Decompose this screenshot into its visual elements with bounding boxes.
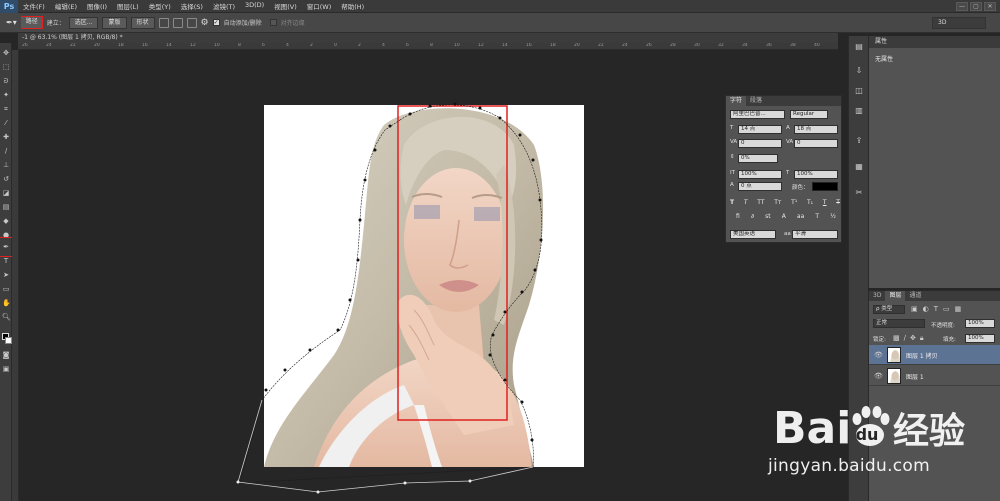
- baidu-watermark-logo: Bai du 经验: [773, 403, 965, 454]
- superscript-button[interactable]: T¹: [791, 199, 797, 206]
- properties-panel: 属性 无属性: [868, 36, 1000, 288]
- old-style-button[interactable]: ∂: [751, 213, 754, 220]
- stylistic-button[interactable]: A: [782, 213, 786, 220]
- layer-thumbnail: [887, 368, 901, 384]
- shape-filter-icon[interactable]: ▭: [943, 305, 950, 313]
- swash-button[interactable]: st: [765, 213, 770, 220]
- strikethrough-button[interactable]: T: [836, 199, 840, 206]
- lock-label: 锁定:: [873, 337, 886, 343]
- titling-button[interactable]: aa: [797, 213, 804, 220]
- tab-channels[interactable]: 通道: [905, 291, 925, 301]
- underline-button[interactable]: T: [823, 199, 827, 206]
- kerning-icon: VA: [730, 139, 738, 145]
- faux-italic-button[interactable]: T: [744, 199, 748, 206]
- all-caps-button[interactable]: TT: [757, 199, 764, 206]
- baseline-shift-field[interactable]: 0 点: [738, 182, 782, 191]
- tab-paragraph[interactable]: 段落: [746, 96, 766, 106]
- info-icon[interactable]: ▥: [853, 106, 865, 118]
- lock-image-icon[interactable]: ∕: [904, 334, 906, 343]
- layer-row[interactable]: 👁︎ 图层 1: [869, 366, 1000, 386]
- font-family-select[interactable]: 阿里巴巴普...: [730, 110, 785, 119]
- baseline-icon: A: [730, 182, 734, 188]
- brush-presets-icon[interactable]: ⇩: [853, 66, 865, 78]
- eye-icon[interactable]: 👁︎: [874, 372, 883, 380]
- properties-title: 属性: [869, 36, 1000, 48]
- lock-position-icon[interactable]: ✥: [910, 334, 916, 343]
- antialias-label: aa: [784, 231, 791, 237]
- ordinals-button[interactable]: T: [815, 213, 819, 220]
- swatches-icon[interactable]: ▦: [853, 162, 865, 174]
- lock-all-icon[interactable]: 🔒︎: [920, 334, 924, 343]
- layer-row[interactable]: 👁︎ 图层 1 拷贝: [869, 345, 1000, 365]
- selection-path: [239, 104, 543, 484]
- text-color-swatch[interactable]: [812, 182, 838, 191]
- jingyan-cn-text: 经验: [893, 411, 965, 452]
- font-size-field[interactable]: 14 点: [738, 125, 782, 134]
- horizontal-scale-icon: T: [786, 170, 790, 176]
- watermark-url: jingyan.baidu.com: [768, 456, 930, 476]
- lock-icons: ▩ ∕ ✥ 🔒︎: [893, 334, 924, 343]
- text-style-buttons: T T TT Tт T¹ T₁ T T: [730, 199, 840, 206]
- font-size-icon: T: [730, 125, 734, 131]
- kerning-field[interactable]: 0: [738, 139, 782, 148]
- path-segment-lower: [237, 399, 534, 493]
- pixel-filter-icon[interactable]: ▣: [911, 305, 918, 313]
- fill-label: 填充:: [943, 337, 956, 343]
- adjustment-filter-icon[interactable]: ◐: [923, 305, 929, 313]
- history-icon[interactable]: ▤: [853, 42, 865, 54]
- small-caps-button[interactable]: Tт: [774, 199, 781, 206]
- tab-character[interactable]: 字符: [726, 96, 747, 106]
- layer-name[interactable]: 图层 1 拷贝: [906, 351, 938, 360]
- blend-mode-select[interactable]: 正常: [873, 319, 925, 328]
- layer-thumbnail: [887, 347, 901, 363]
- subscript-button[interactable]: T₁: [807, 199, 813, 206]
- fractions-button[interactable]: ½: [830, 213, 836, 220]
- leading-field[interactable]: 18 点: [794, 125, 838, 134]
- baidu-wordmark: Bai: [773, 403, 851, 454]
- opentype-buttons: fi ∂ st A aa T ½: [736, 213, 836, 220]
- opacity-field[interactable]: 100%: [965, 319, 995, 328]
- scale-icon: ⇕: [730, 154, 735, 160]
- ligature-button[interactable]: fi: [736, 213, 740, 220]
- layer-filter-select[interactable]: ρ 类型: [873, 305, 905, 314]
- color-label: 颜色：: [792, 185, 809, 191]
- properties-empty: 无属性: [875, 56, 894, 63]
- tab-layers[interactable]: 图层: [885, 291, 906, 301]
- font-style-select[interactable]: Regular: [790, 110, 828, 119]
- vertical-scale-icon: IT: [730, 170, 735, 176]
- tsume-field[interactable]: 0%: [738, 154, 778, 163]
- language-select[interactable]: 美国英语: [730, 230, 776, 239]
- antialias-select[interactable]: 平滑: [792, 230, 838, 239]
- highlight-rectangle: [397, 105, 508, 421]
- svg-text:du: du: [856, 425, 879, 444]
- leading-icon: A: [786, 125, 790, 131]
- opacity-label: 不透明度:: [931, 323, 955, 329]
- adjustments-icon[interactable]: ⇪: [853, 136, 865, 148]
- tool-presets-icon[interactable]: ◫: [853, 86, 865, 98]
- eye-icon[interactable]: 👁︎: [874, 351, 883, 359]
- tracking-icon: VA: [786, 139, 794, 145]
- horizontal-scale-field[interactable]: 100%: [794, 170, 838, 179]
- type-filter-icon[interactable]: T: [934, 305, 938, 313]
- fill-field[interactable]: 100%: [965, 334, 995, 343]
- layer-filter-icons: ▣ ◐ T ▭ ▦: [911, 305, 961, 313]
- tracking-field[interactable]: 0: [794, 139, 838, 148]
- faux-bold-button[interactable]: T: [730, 199, 734, 206]
- tab-3d[interactable]: 3D: [869, 291, 885, 301]
- path-anchor-points: [264, 102, 543, 442]
- lock-transparency-icon[interactable]: ▩: [893, 334, 900, 343]
- vertical-scale-field[interactable]: 100%: [738, 170, 782, 179]
- character-panel: 字符 段落 阿里巴巴普... Regular T 14 点 A 18 点 VA …: [725, 95, 842, 243]
- smart-filter-icon[interactable]: ▦: [955, 305, 962, 313]
- tools-icon[interactable]: ✂: [853, 188, 865, 200]
- layer-name[interactable]: 图层 1: [906, 372, 924, 381]
